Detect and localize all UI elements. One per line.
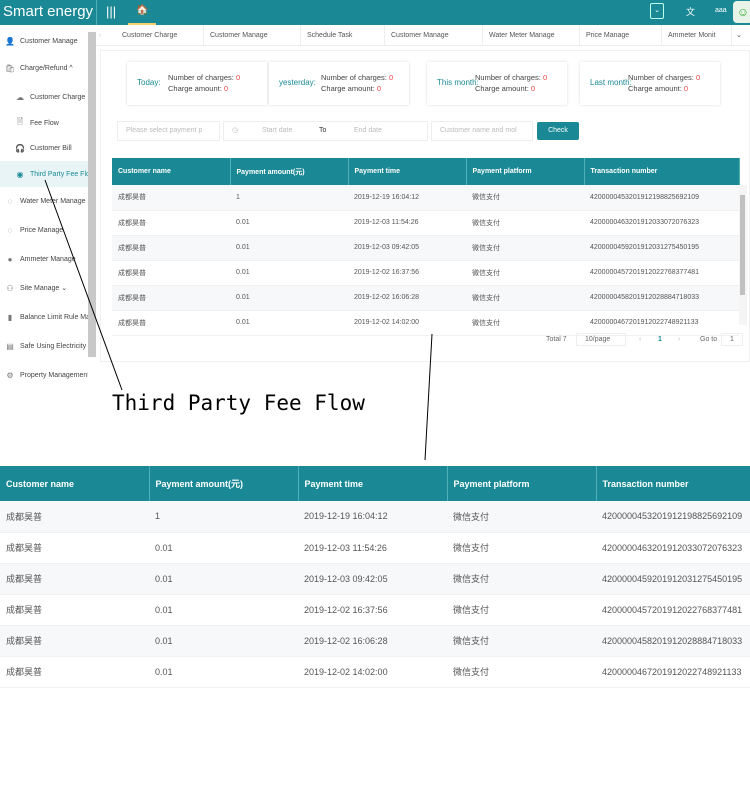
table-header: Customer name Payment amount(元) Payment ti… xyxy=(0,466,750,501)
table-cell: 4200000453201912198825692109 xyxy=(596,501,750,533)
table-cell: 0.01 xyxy=(149,656,298,688)
table-row[interactable]: 成都昊普 0.01 2019-12-02 14:02:00 微信支付 420000046… xyxy=(0,656,750,688)
table-cell: 微信支付 xyxy=(447,625,596,657)
column-header[interactable]: Payment platform xyxy=(447,466,597,501)
table-cell: 1 xyxy=(149,501,298,533)
table-cell: 0.01 xyxy=(149,625,298,657)
table-cell: 2019-12-02 16:37:56 xyxy=(298,594,447,626)
table-cell: 微信支付 xyxy=(447,532,596,564)
column-header[interactable]: Payment amount(元) xyxy=(149,466,299,501)
table-cell: 成都昊普 xyxy=(0,594,149,626)
table-row[interactable]: 成都昊普 0.01 2019-12-02 16:06:28 微信支付 420000045… xyxy=(0,625,750,657)
table-row[interactable]: 成都昊普 0.01 2019-12-03 11:54:26 微信支付 420000046… xyxy=(0,532,750,564)
column-header[interactable]: Payment time xyxy=(298,466,448,501)
column-header[interactable]: Transaction number xyxy=(596,466,750,501)
table-cell: 2019-12-02 14:02:00 xyxy=(298,656,447,688)
table-cell: 2019-12-02 16:06:28 xyxy=(298,625,447,657)
table-cell: 2019-12-19 16:04:12 xyxy=(298,501,447,533)
table-row[interactable]: 成都昊普 1 2019-12-19 16:04:12 微信支付 420000045320… xyxy=(0,501,750,533)
table-cell: 微信支付 xyxy=(447,656,596,688)
table-row[interactable]: 成都昊普 0.01 2019-12-03 09:42:05 微信支付 420000045… xyxy=(0,563,750,595)
table-cell: 成都昊普 xyxy=(0,501,149,533)
table-cell: 成都昊普 xyxy=(0,563,149,595)
blank-area xyxy=(0,702,750,796)
column-header[interactable]: Customer name xyxy=(0,466,150,501)
table-cell: 0.01 xyxy=(149,532,298,564)
annotation-lines xyxy=(44,179,433,461)
table-cell: 成都昊普 xyxy=(0,656,149,688)
table-cell: 2019-12-03 09:42:05 xyxy=(298,563,447,595)
table-cell: 4200000458201912028884718033 xyxy=(596,625,750,657)
table-cell: 0.01 xyxy=(149,594,298,626)
table-cell: 微信支付 xyxy=(447,501,596,533)
table-row[interactable]: 成都昊普 0.01 2019-12-02 16:37:56 微信支付 420000045… xyxy=(0,594,750,626)
table-cell: 4200000457201912022768377481 xyxy=(596,594,750,626)
table-cell: 4200000459201912031275450195 xyxy=(596,563,750,595)
table-cell: 4200000467201912022748921133 xyxy=(596,656,750,688)
table-cell: 成都昊普 xyxy=(0,532,149,564)
table-cell: 4200000463201912033072076323 xyxy=(596,532,750,564)
table-cell: 成都昊普 xyxy=(0,625,149,657)
table-cell: 2019-12-03 11:54:26 xyxy=(298,532,447,564)
table-cell: 微信支付 xyxy=(447,563,596,595)
table-cell: 微信支付 xyxy=(447,594,596,626)
table-cell: 0.01 xyxy=(149,563,298,595)
fee-flow-table-zoomed: Customer name Payment amount(元) Payment ti… xyxy=(0,466,750,688)
